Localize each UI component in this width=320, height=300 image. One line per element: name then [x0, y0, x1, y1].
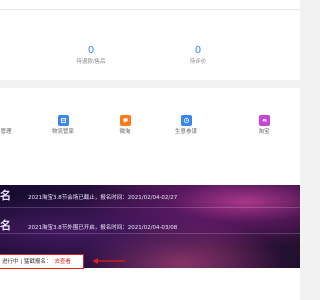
tool-label: 管理: [0, 129, 12, 135]
banner-side-text: 名: [0, 219, 11, 232]
tool-label: 生意参谋: [174, 129, 197, 135]
banner-announcement: 2021淘宝3.8节会场已截止，报名时间：2021/02/04-02/27: [28, 195, 178, 201]
tools-panel: 管理 物流管家 微淘 生意参谋 淘宝: [0, 88, 300, 185]
chat-icon: [119, 115, 131, 126]
bottom-bar: [0, 268, 300, 300]
banner-glint: [0, 233, 300, 234]
tool-logistics[interactable]: 物流管家: [43, 115, 83, 136]
stat-pending-refund[interactable]: 0 待退款/售后: [56, 45, 126, 66]
box-icon: [57, 115, 69, 126]
tool-label: 淘宝: [258, 129, 270, 135]
tool-manage[interactable]: 管理: [0, 115, 26, 136]
tool-weitao[interactable]: 微淘: [105, 115, 145, 136]
banner-side-text: 名: [0, 189, 11, 202]
tool-business-advisor[interactable]: 生意参谋: [166, 115, 206, 136]
tool-label: 物流管家: [51, 129, 74, 135]
divider: [0, 9, 300, 10]
clock-icon: [180, 115, 192, 126]
notice-status: 进行中 | 猛戳报名：: [2, 259, 52, 265]
stats-panel: 0 待退款/售后 0 待评价: [0, 0, 300, 80]
tool-taobao[interactable]: 淘宝: [244, 115, 284, 136]
banner-announcement: 2021淘宝3.8节外围已开启，报名时间：2021/02/04-03/08: [28, 225, 178, 231]
stat-label: 待退款/售后: [76, 59, 106, 65]
stat-value: 0: [87, 45, 95, 56]
stat-value: 0: [194, 45, 202, 56]
banner-glint: [0, 207, 300, 208]
tool-label: 微淘: [119, 129, 131, 135]
arrow-left-icon: [92, 258, 125, 264]
notice-text: 进行中 | 猛戳报名： 去查看: [2, 257, 71, 265]
view-link[interactable]: 去查看: [54, 259, 71, 265]
stat-pending-review[interactable]: 0 待评价: [163, 45, 233, 66]
e-icon: [258, 115, 270, 126]
stat-label: 待评价: [189, 59, 207, 65]
